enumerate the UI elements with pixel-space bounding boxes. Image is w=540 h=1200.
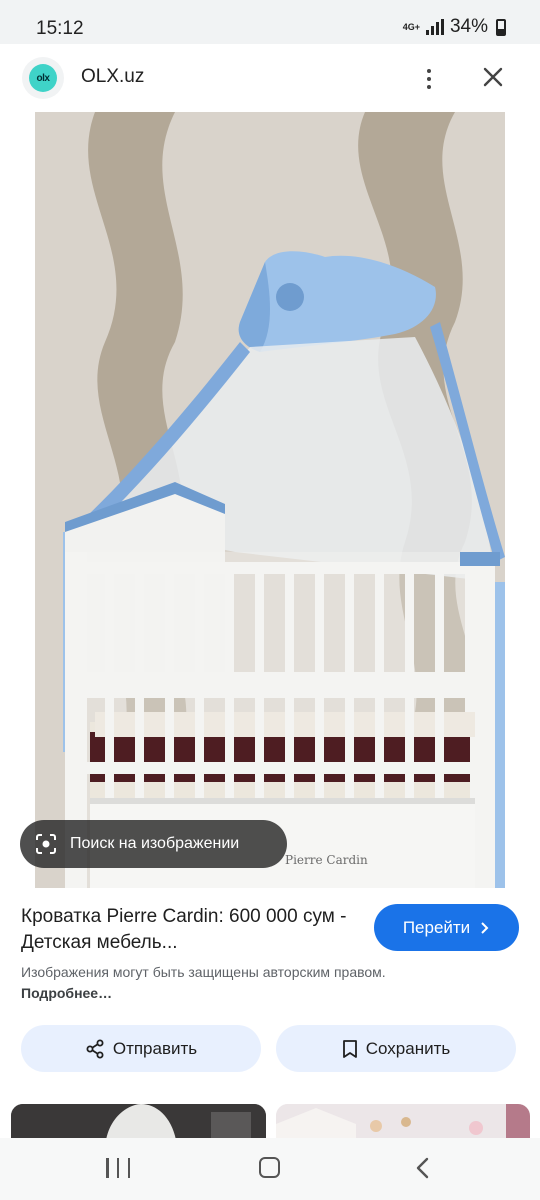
signal-icon	[425, 19, 444, 35]
share-icon	[86, 1039, 104, 1058]
search-image-label: Поиск на изображении	[70, 835, 240, 852]
more-dot-icon	[427, 77, 431, 81]
back-icon[interactable]	[412, 1156, 434, 1180]
recent-apps-icon[interactable]	[106, 1158, 130, 1178]
network-type-icon: 4G+	[402, 21, 420, 32]
crib-photo[interactable]: Pierre Cardin	[35, 112, 505, 888]
result-title[interactable]: Кроватка Pierre Cardin: 600 000 сум - Де…	[21, 904, 361, 956]
close-icon[interactable]	[478, 62, 508, 92]
image-preview: Pierre Cardin Поиск на изображении	[0, 112, 540, 888]
battery-icon	[496, 18, 506, 36]
bookmark-icon	[342, 1039, 357, 1058]
search-image-chip[interactable]: Поиск на изображении	[20, 820, 287, 868]
visit-label: Перейти	[402, 917, 471, 937]
brand-overlay-text: Pierre Cardin	[285, 853, 368, 867]
related-image-thumbnail[interactable]	[276, 1104, 530, 1140]
status-bar: 15:12 4G+ 34%	[0, 0, 540, 44]
more-dot-icon	[427, 69, 431, 73]
source-header: olx OLX.uz	[0, 44, 540, 112]
share-label: Отправить	[112, 1038, 198, 1058]
copyright-notice: Изображения могут быть защищены авторски…	[21, 962, 401, 1004]
visit-button[interactable]: Перейти	[374, 904, 519, 951]
olx-logo-icon: olx	[29, 64, 57, 92]
status-time: 15:12	[36, 18, 84, 39]
lens-icon	[36, 834, 56, 854]
save-label: Сохранить	[365, 1038, 451, 1058]
battery-percent: 34%	[449, 16, 488, 37]
learn-more-link[interactable]: Подробнее…	[21, 985, 112, 1001]
site-name[interactable]: OLX.uz	[81, 66, 144, 88]
thumbnail-image	[276, 1104, 530, 1140]
site-favicon: olx	[22, 57, 64, 99]
status-icons: 4G+ 34%	[403, 16, 506, 38]
thumbnail-image	[11, 1104, 266, 1140]
more-dot-icon	[427, 85, 431, 89]
related-image-thumbnail[interactable]	[11, 1104, 266, 1140]
more-options-button[interactable]	[414, 64, 444, 94]
system-nav-bar	[0, 1138, 540, 1200]
home-icon[interactable]	[259, 1157, 280, 1178]
chevron-right-icon	[481, 921, 489, 934]
save-button[interactable]: Сохранить	[276, 1025, 516, 1072]
share-button[interactable]: Отправить	[21, 1025, 261, 1072]
copyright-text: Изображения могут быть защищены авторски…	[21, 964, 386, 980]
